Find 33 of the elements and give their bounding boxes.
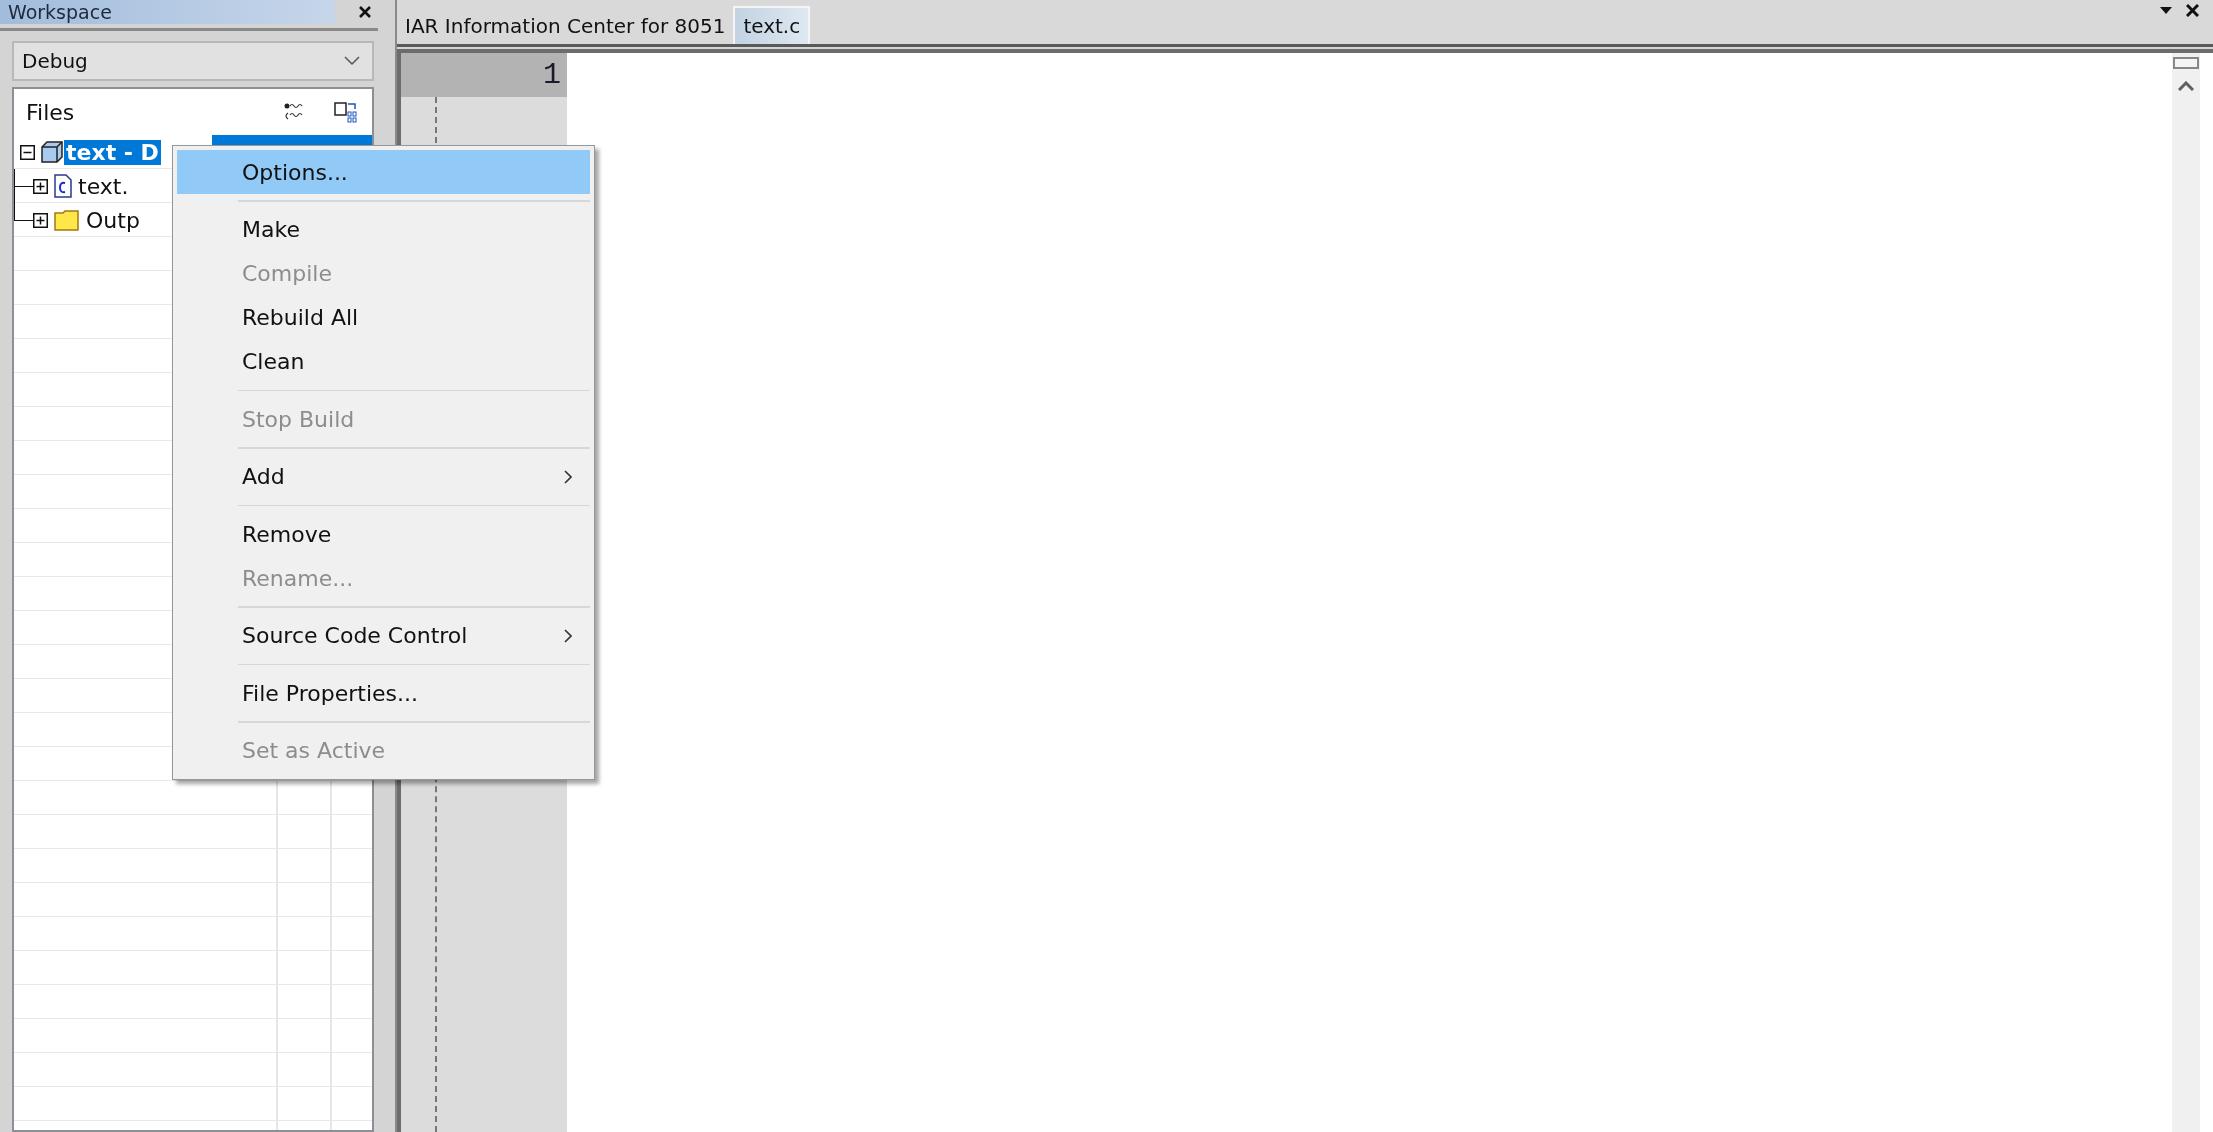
close-icon[interactable] <box>2186 4 2199 17</box>
configuration-dropdown[interactable]: Debug <box>12 41 374 81</box>
c-file-icon <box>54 174 72 198</box>
chevron-down-icon <box>344 56 360 66</box>
expand-icon[interactable] <box>33 212 48 228</box>
menu-item[interactable]: Rebuild All <box>177 295 590 340</box>
editor-tab[interactable]: IAR Information Center for 8051 <box>397 8 734 44</box>
chevron-right-icon <box>564 628 572 643</box>
expand-icon[interactable] <box>33 178 48 194</box>
close-icon[interactable] <box>359 6 371 18</box>
menu-item[interactable]: Source Code Control <box>177 613 590 658</box>
line-number: 1 <box>401 53 567 97</box>
panel-title: Workspace <box>0 0 335 24</box>
menu-item[interactable]: Remove <box>177 512 590 556</box>
menu-item[interactable]: Add <box>177 454 590 499</box>
tree-item[interactable]: text. <box>76 173 131 199</box>
collapse-icon[interactable] <box>20 144 35 160</box>
binary-file-icon <box>333 100 358 124</box>
menu-item[interactable]: Options... <box>177 150 590 194</box>
column-header: Files <box>25 99 76 125</box>
menu-item[interactable]: Make <box>177 207 590 252</box>
menu-item[interactable]: Clean <box>177 339 590 384</box>
dropdown-arrow-icon[interactable] <box>2160 7 2172 14</box>
chevron-right-icon <box>564 469 572 484</box>
tree-item[interactable]: text - D <box>64 139 161 165</box>
menu-item[interactable]: File Properties... <box>177 671 590 715</box>
folder-icon <box>54 209 80 231</box>
split-handle[interactable] <box>2173 57 2199 69</box>
cube-icon <box>40 140 64 164</box>
scroll-up-icon[interactable] <box>2178 81 2194 91</box>
scrollbar[interactable] <box>2172 53 2200 1132</box>
editor-tab[interactable]: text.c <box>733 6 811 44</box>
tree-item[interactable]: Outp <box>84 207 142 233</box>
